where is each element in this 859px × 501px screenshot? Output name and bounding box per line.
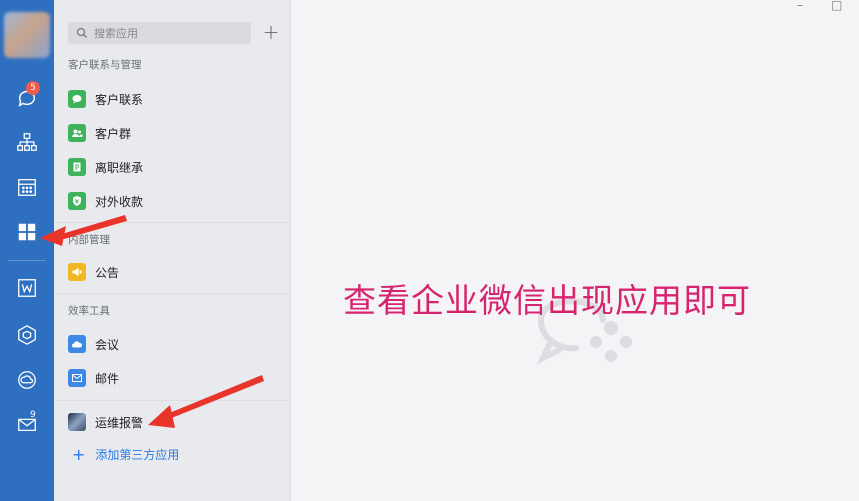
ops-alert-app-icon (68, 413, 86, 431)
app-item-resign-inherit[interactable]: 离职继承 (68, 154, 278, 180)
section-divider (54, 293, 291, 294)
payment-shield-icon (68, 192, 86, 210)
section-divider (54, 222, 291, 223)
cloud-icon[interactable] (12, 365, 42, 395)
main-content: – □ 查看企业微信出现应用即可 (291, 0, 859, 501)
avatar[interactable] (4, 12, 50, 58)
meeting-cloud-icon (68, 335, 86, 353)
instruction-caption: 查看企业微信出现应用即可 (343, 281, 751, 320)
app-item-external-payment[interactable]: 对外收款 (68, 188, 278, 214)
search-icon (76, 27, 87, 38)
minimize-button[interactable]: – (797, 0, 803, 12)
app-item-ops-alert[interactable]: 运维报警 (68, 409, 278, 435)
customer-group-icon (68, 124, 86, 142)
chat-unread-badge: 5 (26, 81, 40, 95)
app-item-label: 公告 (95, 265, 120, 280)
app-item-label: 客户群 (95, 126, 132, 141)
app-item-mail[interactable]: 邮件 (68, 365, 278, 391)
mail-icon[interactable] (12, 408, 42, 438)
mail-envelope-icon (68, 369, 86, 387)
search-box[interactable] (68, 22, 251, 44)
customer-contact-icon (68, 90, 86, 108)
app-item-label: 客户联系 (95, 92, 144, 107)
section-title-customer: 客户联系与管理 (68, 59, 142, 71)
app-item-announcement[interactable]: 公告 (68, 259, 278, 285)
section-divider (54, 400, 291, 401)
plus-icon: + (72, 444, 86, 464)
announcement-megaphone-icon (68, 263, 86, 281)
mail-count-badge: 9 (30, 410, 36, 420)
workbench-apps-icon[interactable] (12, 217, 42, 247)
app-window: 5 9 + 客户联系与管理 (0, 0, 859, 501)
app-item-label: 会议 (95, 337, 120, 352)
app-item-customer-group[interactable]: 客户群 (68, 120, 278, 146)
cube-icon[interactable] (12, 320, 42, 350)
add-button[interactable]: + (260, 22, 282, 44)
app-item-label: 离职继承 (95, 160, 144, 175)
app-item-label: 对外收款 (95, 194, 144, 209)
add-third-party-label: 添加第三方应用 (95, 448, 180, 462)
app-item-label: 邮件 (95, 371, 120, 386)
app-item-customer-contact[interactable]: 客户联系 (68, 86, 278, 112)
add-third-party-app-link[interactable]: + 添加第三方应用 (72, 446, 179, 463)
maximize-button[interactable]: □ (831, 0, 842, 12)
rail-divider (8, 260, 46, 261)
nav-rail: 5 9 (0, 0, 54, 501)
app-list-panel: + 客户联系与管理 客户联系 客户群 离职继承 对外收款 (54, 0, 291, 501)
resign-inherit-icon (68, 158, 86, 176)
search-input[interactable] (94, 26, 244, 40)
section-title-internal: 内部管理 (68, 234, 110, 246)
section-title-efficiency: 效率工具 (68, 305, 110, 317)
document-icon[interactable] (12, 273, 42, 303)
calendar-icon[interactable] (12, 172, 42, 202)
app-item-meeting[interactable]: 会议 (68, 331, 278, 357)
org-chart-icon[interactable] (12, 127, 42, 157)
app-item-label: 运维报警 (95, 415, 144, 430)
